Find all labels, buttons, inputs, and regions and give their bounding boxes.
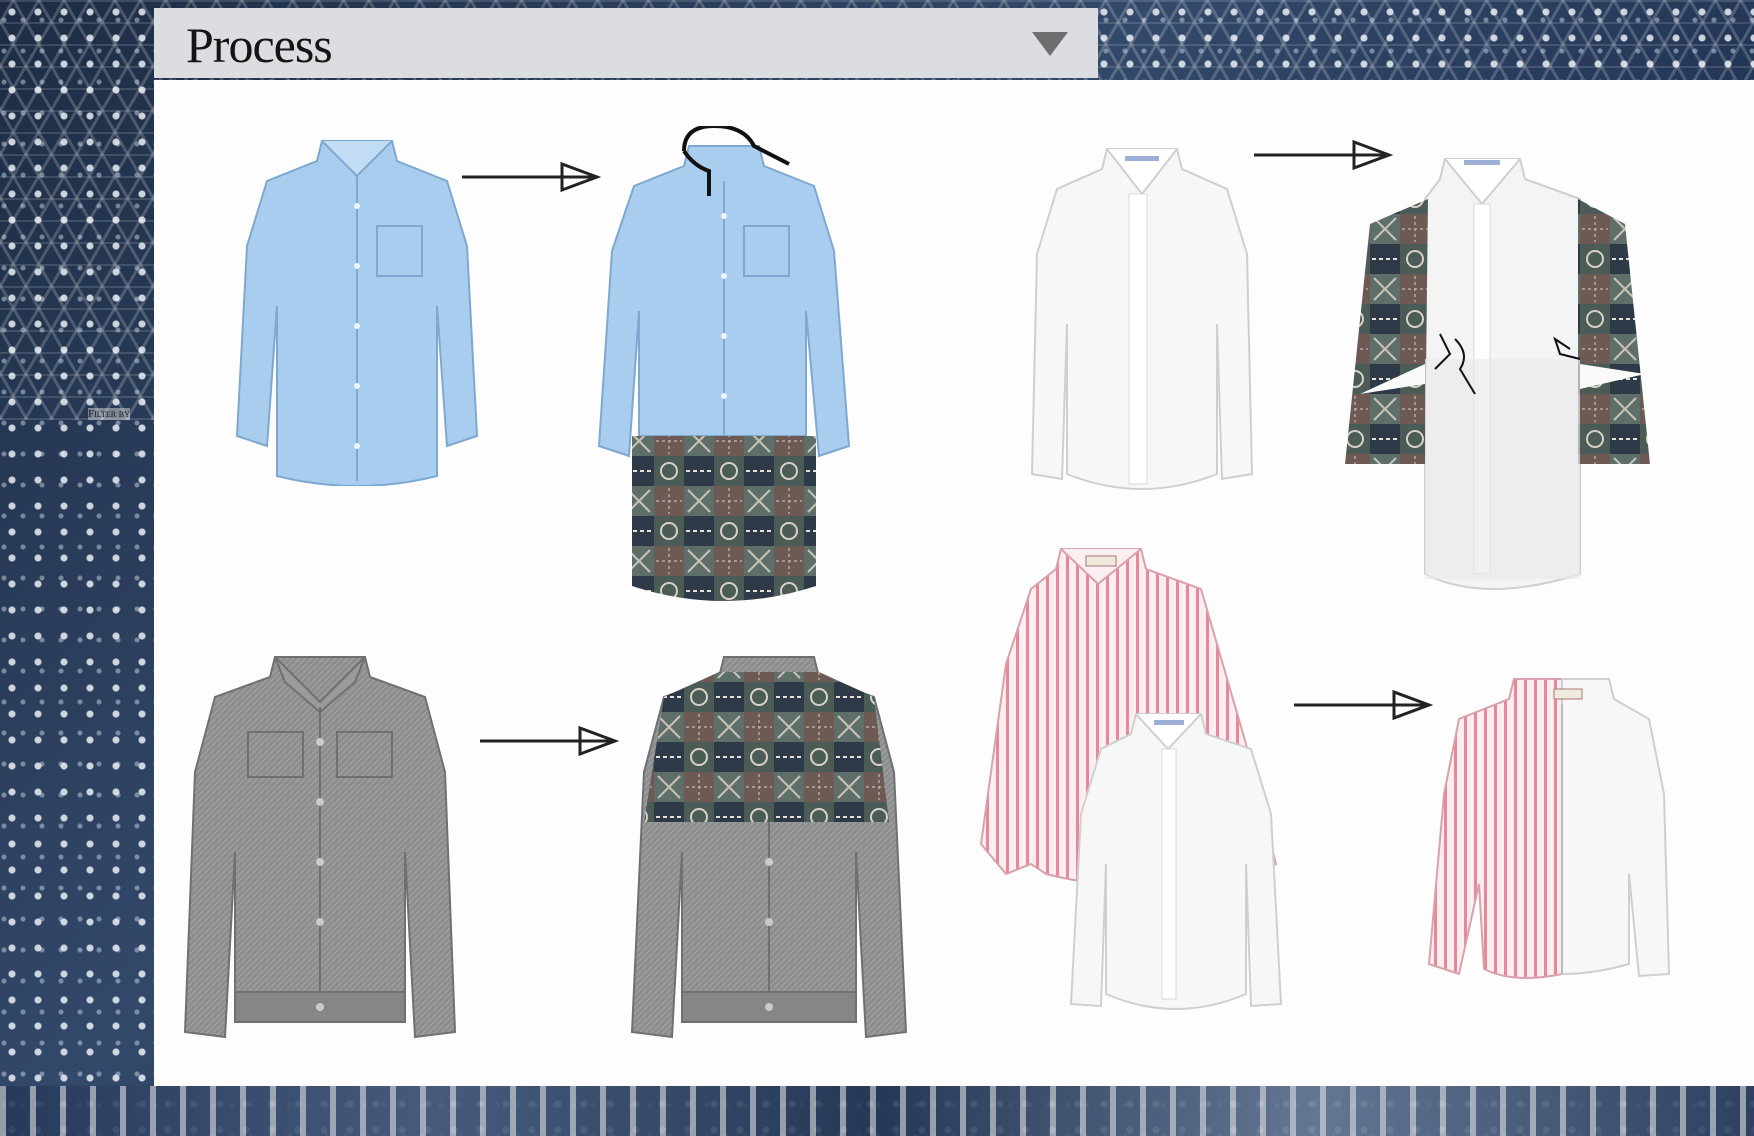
page-title: Process	[186, 17, 333, 73]
bottom-pattern-band	[0, 1086, 1754, 1136]
light-blue-oxford-shirt	[232, 136, 482, 486]
grey-denim-jacket	[180, 652, 460, 1042]
arrow-right-icon	[480, 724, 620, 764]
denim-jacket-with-patchwork-yoke	[624, 652, 914, 1042]
blue-shirt-with-patchwork-hem	[594, 126, 854, 616]
white-shirt	[1022, 144, 1262, 504]
half-pink-half-white-shirt	[1424, 674, 1674, 994]
white-shirt-with-patchwork-sleeves	[1340, 154, 1650, 604]
pink-striped-and-white-shirts	[976, 544, 1316, 1014]
arrow-right-icon	[462, 160, 602, 200]
filter-label: Filter by	[88, 408, 130, 420]
arrow-right-icon	[1294, 688, 1434, 728]
chevron-down-icon[interactable]	[1032, 32, 1068, 56]
title-bar: Process	[154, 8, 1098, 78]
